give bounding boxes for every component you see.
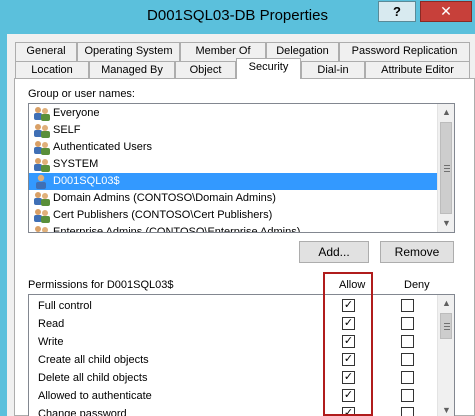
close-button[interactable]: ✕ [420,1,472,22]
user-list-item[interactable]: SYSTEM [29,156,438,173]
permission-row: Full control ✓ [29,297,454,315]
user-list-item[interactable]: Authenticated Users [29,139,438,156]
remove-button[interactable]: Remove [380,241,454,263]
user-name: Cert Publishers (CONTOSO\Cert Publishers… [53,209,273,221]
group-icon [33,157,51,172]
allow-column-header: Allow [339,279,366,291]
users-listbox[interactable]: Everyone SELF Authenticated Users SYSTEM D00… [28,103,455,233]
permission-name: Read [38,318,65,330]
group-names-label: Group or user names: [28,88,135,100]
help-button[interactable]: ? [378,1,416,22]
user-list-item[interactable]: D001SQL03$ [29,173,438,190]
allow-checkbox[interactable]: ✓ [342,353,355,366]
user-name: Domain Admins (CONTOSO\Domain Admins) [53,192,276,204]
permission-name: Allowed to authenticate [38,390,152,402]
group-icon [33,106,51,121]
user-name: Enterprise Admins (CONTOSO\Enterprise Ad… [53,226,301,233]
permission-row: Delete all child objects ✓ [29,369,454,387]
perm-scroll-thumb[interactable] [440,313,452,339]
user-name: Authenticated Users [53,141,153,153]
deny-checkbox[interactable] [401,389,414,402]
deny-checkbox[interactable] [401,353,414,366]
deny-checkbox[interactable] [401,371,414,384]
allow-checkbox[interactable]: ✓ [342,407,355,416]
permissions-scrollbar[interactable]: ▲ ▼ [437,295,454,416]
allow-checkbox[interactable]: ✓ [342,317,355,330]
permission-name: Delete all child objects [38,372,148,384]
deny-checkbox[interactable] [401,317,414,330]
group-icon [33,140,51,155]
permission-row: Change password ✓ [29,405,454,416]
permission-row: Read ✓ [29,315,454,333]
tab-password-replication[interactable]: Password Replication [339,42,470,61]
permission-name: Write [38,336,64,348]
users-scrollbar[interactable]: ▲ ▼ [437,104,454,232]
user-icon [33,174,51,189]
permission-name: Create all child objects [38,354,149,366]
tab-general[interactable]: General [15,42,77,61]
allow-checkbox[interactable]: ✓ [342,299,355,312]
group-icon [33,123,51,138]
group-icon [33,191,51,206]
user-list-item[interactable]: Enterprise Admins (CONTOSO\Enterprise Ad… [29,224,438,233]
tab-operating-system[interactable]: Operating System [77,42,180,61]
properties-window: D001SQL03-DB Properties ? ✕ General Oper… [0,0,475,416]
permission-row: Write ✓ [29,333,454,351]
user-name: SELF [53,124,81,136]
dialog-client-area: General Operating System Member Of Deleg… [7,34,475,416]
deny-checkbox[interactable] [401,407,414,416]
permission-name: Change password [38,408,127,416]
group-icon [33,225,51,232]
user-list-item[interactable]: Everyone [29,105,438,122]
perm-scroll-down-icon[interactable]: ▼ [438,402,454,416]
user-list-item[interactable]: Domain Admins (CONTOSO\Domain Admins) [29,190,438,207]
group-icon [33,208,51,223]
scroll-down-icon[interactable]: ▼ [438,215,454,232]
deny-column-header: Deny [404,279,430,291]
allow-checkbox[interactable]: ✓ [342,389,355,402]
security-tab-panel: Group or user names: Everyone SELF Authent… [14,78,475,416]
permission-row: Create all child objects ✓ [29,351,454,369]
user-name: Everyone [53,107,100,119]
permissions-for-label: Permissions for D001SQL03$ [28,279,174,291]
permissions-listbox[interactable]: Full control ✓ Read ✓ Write ✓ Create all child… [28,294,455,416]
permission-name: Full control [38,300,92,312]
user-list-item[interactable]: Cert Publishers (CONTOSO\Cert Publishers… [29,207,438,224]
user-name: SYSTEM [53,158,99,170]
tab-security[interactable]: Security [236,58,301,79]
perm-scroll-up-icon[interactable]: ▲ [438,295,454,312]
title-bar[interactable]: D001SQL03-DB Properties ? ✕ [0,0,475,34]
user-list-item[interactable]: SELF [29,122,438,139]
add-button[interactable]: Add... [299,241,369,263]
permission-row: Allowed to authenticate ✓ [29,387,454,405]
scroll-up-icon[interactable]: ▲ [438,104,454,121]
deny-checkbox[interactable] [401,299,414,312]
allow-checkbox[interactable]: ✓ [342,371,355,384]
scroll-thumb[interactable] [440,122,452,214]
allow-checkbox[interactable]: ✓ [342,335,355,348]
deny-checkbox[interactable] [401,335,414,348]
user-name: D001SQL03$ [53,175,120,187]
